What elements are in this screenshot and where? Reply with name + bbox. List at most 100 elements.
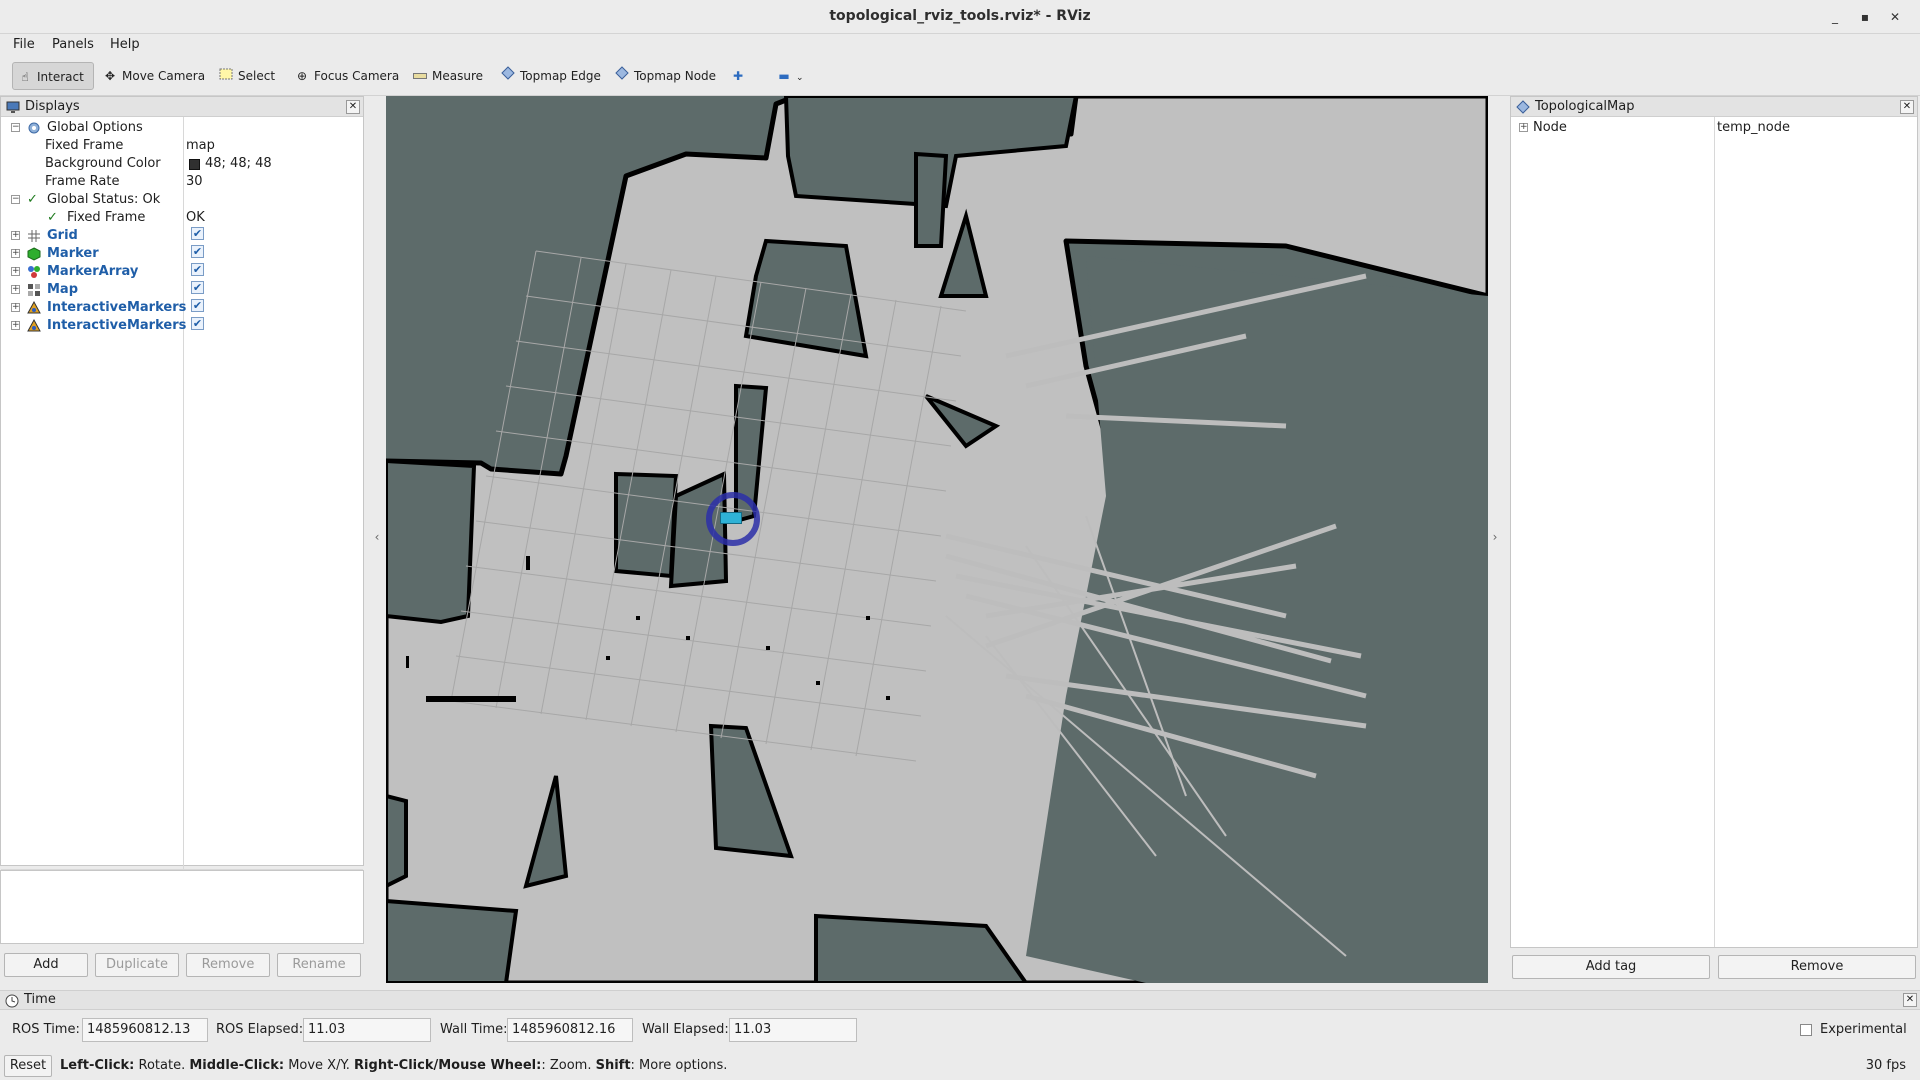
map-enabled-checkbox[interactable]: ✔: [191, 281, 204, 294]
chevron-down-icon: ⌄: [796, 73, 804, 83]
tree-row-map[interactable]: + Map ✔: [1, 281, 363, 299]
tree-row-interactive-markers[interactable]: + InteractiveMarkers ✔: [1, 299, 363, 317]
wall-elapsed-field[interactable]: 11.03: [729, 1018, 857, 1042]
menu-file[interactable]: File: [13, 37, 35, 52]
fixed-frame-value[interactable]: map: [186, 137, 215, 155]
time-panel: Time ✕ ROS Time: 1485960812.13 ROS Elaps…: [0, 990, 1920, 1052]
tree-row-global-status[interactable]: − ✓ Global Status: Ok: [1, 191, 363, 209]
interactive-markers-icon: [27, 301, 41, 314]
rename-display-button[interactable]: Rename: [277, 953, 361, 977]
topmap-edge-tool-button[interactable]: Topmap Edge: [496, 62, 607, 90]
checkmark-icon: ✓: [27, 192, 38, 207]
time-panel-title: Time: [24, 992, 56, 1007]
reset-button[interactable]: Reset: [4, 1055, 52, 1077]
ros-time-label: ROS Time:: [12, 1022, 80, 1037]
ros-time-field[interactable]: 1485960812.13: [82, 1018, 208, 1042]
add-display-button[interactable]: Add: [4, 953, 88, 977]
displays-panel: Displays ✕ − Global Options Fixed Frame …: [0, 96, 364, 883]
expand-icon[interactable]: +: [11, 303, 20, 312]
display-description-area: [0, 870, 364, 944]
robot-marker[interactable]: [720, 512, 742, 524]
menu-help[interactable]: Help: [110, 37, 140, 52]
tree-row-marker[interactable]: + Marker ✔: [1, 245, 363, 263]
diamond-icon: [614, 62, 630, 90]
minus-icon: ▬: [778, 69, 790, 83]
checkmark-icon: ✓: [47, 210, 58, 225]
experimental-checkbox[interactable]: [1800, 1024, 1812, 1036]
duplicate-display-button[interactable]: Duplicate: [95, 953, 179, 977]
expand-icon[interactable]: +: [1519, 123, 1528, 132]
close-icon[interactable]: ✕: [346, 100, 360, 114]
experimental-label: Experimental: [1820, 1022, 1907, 1037]
collapse-icon[interactable]: −: [11, 195, 20, 204]
hand-icon: ☝: [21, 70, 29, 84]
marker-icon: [27, 247, 41, 261]
collapse-right-arrow-icon[interactable]: ›: [1488, 530, 1502, 544]
diamond-icon: [500, 62, 516, 90]
remove-display-button[interactable]: Remove: [186, 953, 270, 977]
expand-icon[interactable]: +: [11, 249, 20, 258]
tree-row-interactive-markers[interactable]: + InteractiveMarkers ✔: [1, 317, 363, 335]
wall-time-field[interactable]: 1485960812.16: [507, 1018, 633, 1042]
tree-row-fixed-frame[interactable]: Fixed Frame map: [1, 137, 363, 155]
move-camera-tool-button[interactable]: ✥ Move Camera: [98, 62, 211, 90]
remove-tool-dropdown[interactable]: ▬ ⌄: [772, 62, 810, 90]
background-color-value[interactable]: 48; 48; 48: [205, 155, 272, 173]
status-bar: Reset Left-Click: Rotate. Middle-Click: …: [0, 1052, 1920, 1080]
menu-panels[interactable]: Panels: [52, 37, 94, 52]
add-tool-button[interactable]: ✚: [726, 62, 756, 90]
status-value: OK: [186, 210, 205, 225]
interactive-markers-enabled-checkbox[interactable]: ✔: [191, 317, 204, 330]
close-icon[interactable]: ✕: [1903, 993, 1917, 1007]
tree-row-marker-array[interactable]: + MarkerArray ✔: [1, 263, 363, 281]
marker-array-enabled-checkbox[interactable]: ✔: [191, 263, 204, 276]
topmap-node-tool-button[interactable]: Topmap Node: [610, 62, 722, 90]
expand-icon[interactable]: +: [11, 267, 20, 276]
collapse-icon[interactable]: −: [11, 123, 20, 132]
render-viewport[interactable]: [386, 96, 1488, 983]
grid-icon: [28, 230, 40, 242]
tree-row-frame-rate[interactable]: Frame Rate 30: [1, 173, 363, 191]
node-value[interactable]: temp_node: [1717, 119, 1790, 137]
gear-icon: [28, 122, 40, 134]
focus-camera-tool-button[interactable]: ⊕ Focus Camera: [290, 62, 405, 90]
select-tool-button[interactable]: Select: [214, 62, 281, 90]
ruler-icon: [412, 62, 428, 90]
minimize-icon[interactable]: _: [1824, 6, 1846, 28]
topological-map-panel: TopologicalMap ✕ + Node temp_node: [1510, 96, 1918, 948]
menu-bar: File Panels Help: [0, 34, 1920, 58]
close-window-icon[interactable]: ✕: [1884, 6, 1906, 28]
frame-rate-value[interactable]: 30: [186, 173, 203, 191]
window-titlebar: topological_rviz_tools.rviz* - RViz _ ▪ …: [0, 0, 1920, 34]
monitor-icon: [6, 101, 20, 113]
expand-icon[interactable]: +: [11, 285, 20, 294]
ros-elapsed-field[interactable]: 11.03: [303, 1018, 431, 1042]
map-icon: [28, 284, 40, 296]
column-divider: [1714, 117, 1715, 947]
measure-tool-button[interactable]: Measure: [408, 62, 489, 90]
tree-row-node[interactable]: + Node temp_node: [1511, 119, 1917, 137]
tree-row-background-color[interactable]: Background Color 48; 48; 48: [1, 155, 363, 173]
marker-enabled-checkbox[interactable]: ✔: [191, 245, 204, 258]
move-arrows-icon: ✥: [104, 69, 116, 83]
wall-elapsed-label: Wall Elapsed:: [642, 1022, 729, 1037]
color-swatch[interactable]: [189, 159, 200, 170]
crosshair-icon: ⊕: [296, 69, 308, 83]
tree-row-grid[interactable]: + Grid ✔: [1, 227, 363, 245]
displays-panel-header: Displays ✕: [1, 97, 363, 117]
fps-indicator: 30 fps: [1865, 1058, 1906, 1073]
expand-icon[interactable]: +: [11, 231, 20, 240]
remove-node-button[interactable]: Remove: [1718, 955, 1916, 979]
expand-icon[interactable]: +: [11, 321, 20, 330]
add-tag-button[interactable]: Add tag: [1512, 955, 1710, 979]
diamond-icon: [1516, 100, 1530, 114]
occupancy-map[interactable]: [386, 96, 1488, 983]
grid-enabled-checkbox[interactable]: ✔: [191, 227, 204, 240]
interactive-markers-enabled-checkbox[interactable]: ✔: [191, 299, 204, 312]
tree-row-status-fixed-frame[interactable]: ✓ Fixed Frame OK: [1, 209, 363, 227]
maximize-icon[interactable]: ▪: [1854, 6, 1876, 28]
interact-tool-button[interactable]: ☝ Interact: [12, 62, 94, 90]
tree-row-global-options[interactable]: − Global Options: [1, 119, 363, 137]
collapse-left-arrow-icon[interactable]: ‹: [370, 530, 384, 544]
close-icon[interactable]: ✕: [1900, 100, 1914, 114]
